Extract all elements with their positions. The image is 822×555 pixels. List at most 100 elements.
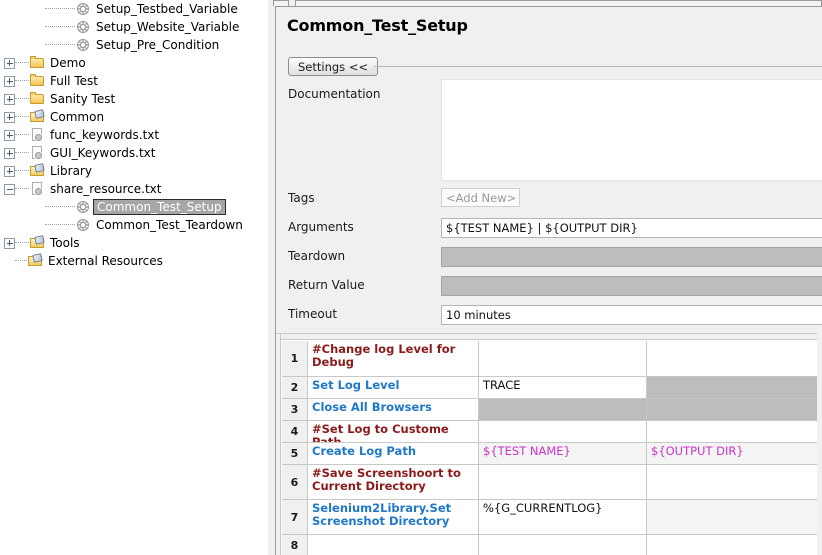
tree-item-sanity-test[interactable]: Sanity Test: [0, 90, 268, 108]
grid-row[interactable]: 8: [282, 535, 819, 555]
grid-cell[interactable]: [647, 465, 819, 499]
grid-cell[interactable]: [647, 399, 819, 420]
expand-plus-icon[interactable]: [4, 75, 15, 87]
grid-cell[interactable]: #Save Screenshoort to Current Directory: [308, 465, 479, 499]
grid-cell[interactable]: [647, 500, 819, 534]
tree-item-share-resource-txt[interactable]: share_resource.txt: [0, 180, 268, 198]
expand-plus-icon[interactable]: [4, 111, 15, 123]
tree-item-setup-testbed-variable[interactable]: Setup_Testbed_Variable: [0, 0, 268, 18]
tree-item-func-keywords-txt[interactable]: func_keywords.txt: [0, 126, 268, 144]
grid-row-number: 8: [282, 535, 308, 555]
tree-item-gui-keywords-txt[interactable]: GUI_Keywords.txt: [0, 144, 268, 162]
tree-connector-line: [45, 8, 75, 10]
grid-cell[interactable]: TRACE: [479, 377, 647, 398]
document-icon: [29, 181, 45, 197]
tree-item-setup-pre-condition[interactable]: Setup_Pre_Condition: [0, 36, 268, 54]
teardown-input[interactable]: [441, 247, 822, 267]
tags-add-new-button[interactable]: <Add New>: [441, 188, 520, 207]
grid-cell[interactable]: [479, 535, 647, 555]
grid-cell[interactable]: [647, 421, 819, 442]
folder-tool-icon: [29, 109, 45, 125]
folder-tool-icon: [27, 253, 43, 269]
folder-tool-icon: [29, 163, 45, 179]
tree-item-label: GUI_Keywords.txt: [50, 146, 156, 160]
timeout-label: Timeout: [288, 307, 338, 321]
tree-connector-line: [45, 206, 75, 208]
grid-row[interactable]: 1 #Change log Level for Debug: [282, 341, 819, 377]
grid-row[interactable]: 6 #Save Screenshoort to Current Directory: [282, 465, 819, 500]
document-icon: [29, 127, 45, 143]
documentation-input[interactable]: [441, 79, 822, 181]
tags-label: Tags: [288, 191, 315, 205]
tree-item-common-test-setup[interactable]: Common_Test_Setup: [0, 198, 268, 216]
ride-editor-window: Setup_Testbed_Variable Setup_Website_Vari…: [0, 0, 822, 555]
grid-cell[interactable]: #Change log Level for Debug: [308, 341, 479, 376]
gear-icon: [75, 217, 91, 233]
tree-item-external-resources[interactable]: External Resources: [0, 252, 268, 270]
grid-cell[interactable]: [647, 535, 819, 555]
tree-item-common-test-teardown[interactable]: Common_Test_Teardown: [0, 216, 268, 234]
grid-row-number: 3: [282, 399, 308, 420]
grid-cell[interactable]: Selenium2Library.Set Screenshot Director…: [308, 500, 479, 534]
grid-row-number: 5: [282, 443, 308, 464]
collapse-minus-icon[interactable]: [4, 183, 15, 195]
expand-plus-icon[interactable]: [4, 129, 15, 141]
tree-item-tools[interactable]: Tools: [0, 234, 268, 252]
grid-cell[interactable]: Close All Browsers: [308, 399, 479, 420]
gear-icon: [75, 37, 91, 53]
tree-connector-line: [15, 80, 29, 82]
grid-row-number: 6: [282, 465, 308, 499]
expand-plus-icon[interactable]: [4, 57, 15, 69]
expand-plus-icon[interactable]: [4, 147, 15, 159]
grid-row[interactable]: 3 Close All Browsers: [282, 399, 819, 421]
grid-cell[interactable]: [308, 535, 479, 555]
tree-connector-line: [45, 44, 75, 46]
keyword-steps-grid[interactable]: 1 #Change log Level for Debug 2 Set Log Lev…: [276, 333, 819, 555]
return-value-label: Return Value: [288, 278, 365, 292]
return-value-input[interactable]: [441, 276, 822, 296]
grid-cell[interactable]: [479, 421, 647, 442]
grid-cell[interactable]: %{G_CURRENTLOG}: [479, 500, 647, 534]
grid-cell[interactable]: [479, 465, 647, 499]
grid-cell[interactable]: [479, 341, 647, 376]
grid-cell[interactable]: Set Log Level: [308, 377, 479, 398]
grid-cell[interactable]: [647, 341, 819, 376]
settings-toggle-button[interactable]: Settings <<: [288, 57, 379, 76]
grid-cell[interactable]: Create Log Path: [308, 443, 479, 464]
tree-connector-line: [15, 242, 29, 244]
tree-connector-line: [45, 224, 75, 226]
timeout-input[interactable]: 10 minutes: [441, 305, 822, 325]
grid-cell[interactable]: [647, 377, 819, 398]
tree-item-demo[interactable]: Demo: [0, 54, 268, 72]
grid-row[interactable]: 4 #Set Log to Custome Path: [282, 421, 819, 443]
tree-item-label: Common: [50, 110, 105, 124]
grid-row[interactable]: 5 Create Log Path ${TEST NAME} ${OUTPUT DIR…: [282, 443, 819, 465]
grid-cell[interactable]: ${OUTPUT DIR}: [647, 443, 819, 464]
tree-item-library[interactable]: Library: [0, 162, 268, 180]
tree-item-label: Setup_Website_Variable: [96, 20, 240, 34]
tree-item-label: Common_Test_Setup: [93, 199, 226, 215]
project-tree-pane[interactable]: Setup_Testbed_Variable Setup_Website_Vari…: [0, 0, 268, 555]
grid-cell[interactable]: #Set Log to Custome Path: [308, 421, 479, 442]
tree-item-label: Sanity Test: [50, 92, 116, 106]
gear-icon: [75, 1, 91, 17]
tree-connector-line: [45, 26, 75, 28]
arguments-input[interactable]: ${TEST NAME} | ${OUTPUT DIR}: [441, 218, 822, 238]
grid-row-number: 7: [282, 500, 308, 534]
grid-row[interactable]: 2 Set Log Level TRACE: [282, 377, 819, 399]
grid-cell[interactable]: [479, 399, 647, 420]
expand-plus-icon[interactable]: [4, 237, 15, 249]
tree-item-common[interactable]: Common: [0, 108, 268, 126]
grid-row[interactable]: 7 Selenium2Library.Set Screenshot Directo…: [282, 500, 819, 535]
expand-plus-icon[interactable]: [4, 93, 15, 105]
grid-cell[interactable]: ${TEST NAME}: [479, 443, 647, 464]
expand-plus-icon[interactable]: [4, 165, 15, 177]
tree-item-full-test[interactable]: Full Test: [0, 72, 268, 90]
grid-vertical-scrollbar[interactable]: [817, 333, 822, 555]
tree-item-setup-website-variable[interactable]: Setup_Website_Variable: [0, 18, 268, 36]
